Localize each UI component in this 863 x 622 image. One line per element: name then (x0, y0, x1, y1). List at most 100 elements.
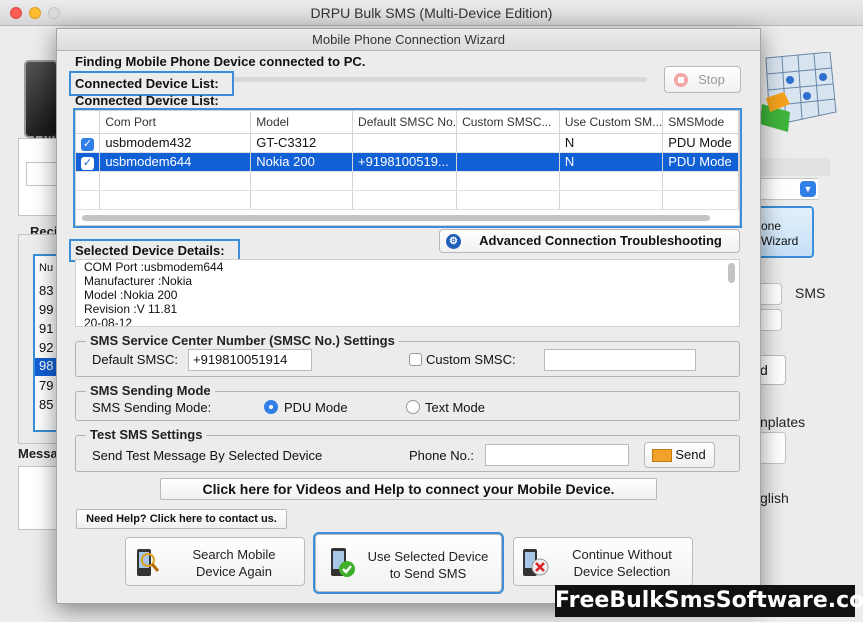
bg-english-label: glish (760, 490, 789, 506)
bg-stepper-2[interactable] (760, 309, 782, 331)
text-mode-radio[interactable] (406, 400, 420, 414)
test-message-label: Send Test Message By Selected Device (92, 448, 323, 463)
selected-details-label: Selected Device Details: (69, 239, 240, 262)
bg-wizard-label-1: one (761, 219, 782, 233)
vertical-scrollbar[interactable] (728, 263, 735, 283)
search-device-again-button[interactable]: Search Mobile Device Again (125, 537, 305, 586)
cell-com-port: usbmodem644 (99, 152, 252, 172)
advanced-troubleshooting-button[interactable]: ⚙ Advanced Connection Troubleshooting (439, 229, 740, 253)
continue-without-device-button[interactable]: Continue Without Device Selection (513, 537, 693, 586)
text-mode-label: Text Mode (425, 400, 485, 415)
custom-smsc-checkbox[interactable] (409, 353, 422, 366)
custom-smsc-label: Custom SMSC: (426, 352, 516, 367)
phone-cancel-icon (523, 549, 549, 576)
bg-number-row[interactable]: 79 (39, 378, 53, 393)
device-details-box[interactable]: COM Port :usbmodem644 Manufacturer :Noki… (75, 259, 740, 327)
bg-sms-label: SMS (795, 285, 826, 301)
table-row-selected[interactable]: ✓ usbmodem644 Nokia 200 +9198100519... N… (76, 152, 739, 172)
connected-list-callout: Connected Device List: (69, 71, 234, 96)
default-smsc-label: Default SMSC: (92, 352, 178, 367)
bg-number-row[interactable]: 83 (39, 283, 53, 298)
search-again-line2: Device Again (196, 564, 272, 579)
pdu-mode-radio[interactable] (264, 400, 278, 414)
bg-enter-field[interactable] (26, 162, 60, 186)
wizard-status-text: Finding Mobile Phone Device connected to… (75, 54, 366, 69)
sending-mode-label: SMS Sending Mode: (92, 400, 212, 415)
use-selected-line1: Use Selected Device (367, 549, 489, 564)
custom-smsc-field[interactable] (544, 349, 696, 371)
main-window-titlebar: DRPU Bulk SMS (Multi-Device Edition) (0, 0, 863, 26)
bg-number-row[interactable]: 92 (39, 340, 53, 355)
details-line: COM Port :usbmodem644 (84, 260, 224, 274)
close-window-button[interactable] (10, 7, 22, 19)
column-header[interactable]: Default SMSC No. (352, 111, 458, 134)
device-checkbox[interactable]: ✓ (81, 137, 94, 151)
cell-default-smsc (352, 133, 458, 153)
column-header[interactable]: Model (250, 111, 354, 134)
bg-number-row[interactable]: 99 (39, 302, 53, 317)
phone-number-field[interactable] (485, 444, 629, 466)
column-header[interactable]: Com Port (99, 111, 252, 134)
bg-number-header: Nu (39, 262, 54, 274)
minimize-window-button[interactable] (29, 7, 41, 19)
bg-templates-button[interactable] (760, 432, 786, 464)
bg-number-row[interactable]: 85 (39, 397, 53, 412)
search-phone-icon (137, 549, 160, 576)
grid-chart-icon (760, 52, 837, 132)
cell-custom-smsc (456, 152, 560, 172)
main-window-title: DRPU Bulk SMS (Multi-Device Edition) (310, 5, 553, 21)
send-test-button[interactable]: Send (644, 442, 715, 468)
watermark-banner: FreeBulkSmsSoftware.com (555, 585, 863, 617)
bg-number-row-selected[interactable]: 98 (35, 358, 58, 376)
test-sms-group: Test SMS Settings Send Test Message By S… (75, 427, 740, 472)
smsc-group-title: SMS Service Center Number (SMSC No.) Set… (86, 333, 399, 348)
bg-button[interactable]: d (760, 355, 786, 385)
bg-templates-label: nplates (760, 414, 806, 430)
column-header[interactable]: Custom SMSC... (456, 111, 560, 134)
phone-check-icon (331, 548, 355, 577)
contact-us-link[interactable]: Need Help? Click here to contact us. (76, 509, 287, 529)
column-header[interactable]: Use Custom SM... (559, 111, 664, 134)
column-header-select[interactable] (76, 111, 101, 134)
sending-mode-group-title: SMS Sending Mode (86, 383, 215, 398)
cell-custom-smsc (456, 133, 560, 153)
stop-icon (674, 73, 688, 87)
bg-strip (760, 158, 830, 176)
stop-button[interactable]: Stop (664, 66, 741, 93)
device-checkbox[interactable]: ✓ (81, 156, 94, 170)
envelope-icon (652, 449, 672, 462)
bg-connection-wizard-button[interactable]: one Wizard (760, 206, 814, 258)
default-smsc-field[interactable]: +919810051914 (188, 349, 312, 371)
use-selected-device-button[interactable]: Use Selected Device to Send SMS (313, 532, 504, 594)
cell-sms-mode: PDU Mode (662, 152, 739, 172)
bg-wizard-label-2: Wizard (761, 234, 799, 248)
continue-without-line2: Device Selection (573, 564, 671, 579)
bg-message-label: Messa (18, 446, 58, 461)
details-line: Model :Nokia 200 (84, 288, 178, 302)
cell-model: Nokia 200 (250, 152, 354, 172)
table-row-empty (76, 190, 739, 210)
bg-message-box[interactable] (18, 466, 58, 530)
chevron-down-icon[interactable]: ▼ (800, 181, 816, 197)
details-line: Manufacturer :Nokia (84, 274, 193, 288)
cell-default-smsc: +9198100519... (352, 152, 458, 172)
cell-model: GT-C3312 (250, 133, 354, 153)
connection-wizard-dialog: Mobile Phone Connection Wizard Finding M… (56, 28, 761, 604)
table-row[interactable]: ✓ usbmodem432 GT-C3312 N PDU Mode (76, 133, 739, 153)
cell-use-custom: N (559, 133, 664, 153)
gear-icon: ⚙ (446, 234, 461, 249)
mobile-phone-icon (24, 60, 58, 138)
connected-device-table[interactable]: Com Port Model Default SMSC No. Custom S… (73, 108, 742, 228)
bg-number-row[interactable]: 91 (39, 321, 53, 336)
bg-stepper[interactable] (760, 283, 782, 305)
column-header[interactable]: SMSMode (662, 111, 739, 134)
zoom-window-button[interactable] (48, 7, 60, 19)
continue-without-line1: Continue Without (572, 547, 672, 562)
phone-number-label: Phone No.: (409, 448, 475, 463)
videos-help-link[interactable]: Click here for Videos and Help to connec… (160, 478, 657, 500)
send-label: Send (675, 447, 706, 462)
cell-sms-mode: PDU Mode (662, 133, 739, 153)
details-line: 20-08-12 (84, 316, 133, 327)
connected-list-label: Connected Device List: (75, 93, 219, 108)
horizontal-scrollbar[interactable] (82, 215, 710, 221)
